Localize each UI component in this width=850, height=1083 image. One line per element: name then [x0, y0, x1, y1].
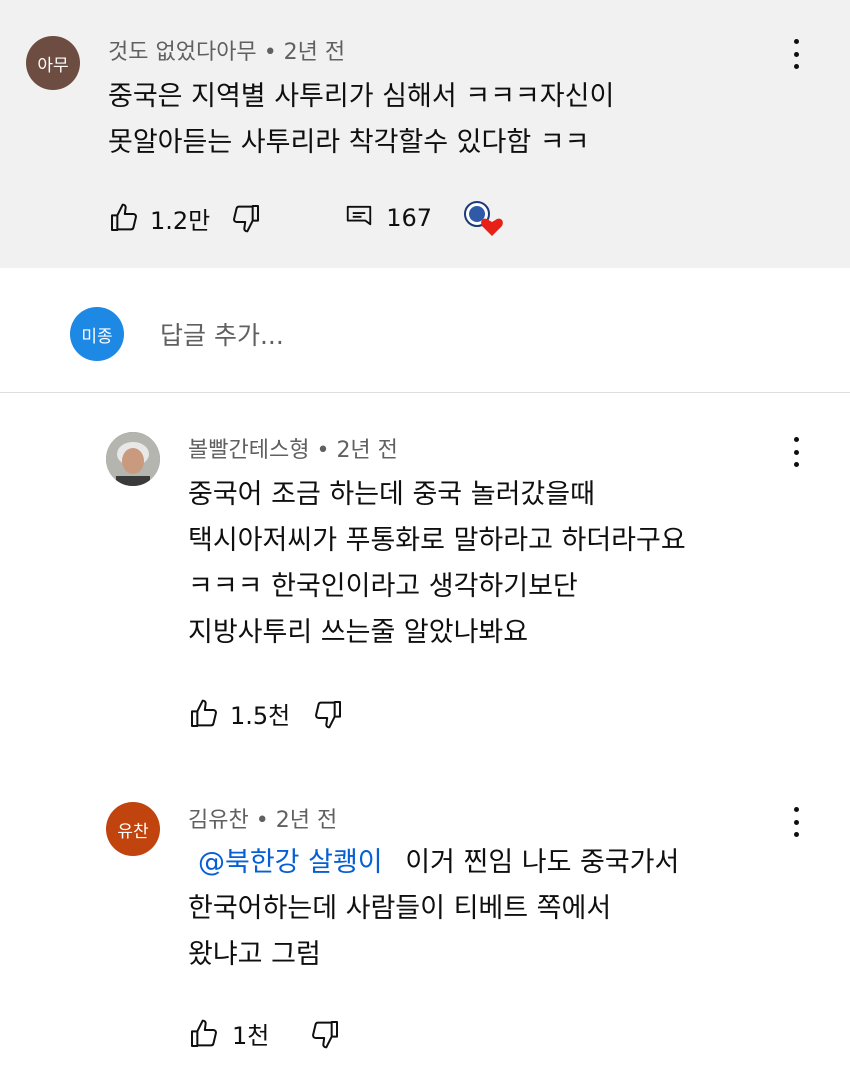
avatar-initials: 미종	[81, 326, 113, 347]
avatar-initials: 유찬	[117, 821, 149, 842]
comment-actions: 1.2만 167	[108, 200, 506, 236]
replies-icon[interactable]	[344, 203, 374, 233]
reply-actions: 1천	[188, 1016, 341, 1051]
like-count: 1.2만	[150, 206, 211, 235]
reply-line-text: 이거 찐임 나도 중국가서	[405, 847, 680, 878]
like-icon[interactable]	[108, 202, 140, 234]
comment-line: 못알아듣는 사투리라 착각할수 있다함 ㅋㅋ	[108, 127, 590, 158]
dislike-icon[interactable]	[230, 202, 262, 234]
reply-line: 왔냐고 그럼	[188, 939, 321, 970]
like-icon[interactable]	[188, 698, 220, 730]
reply-meta: 김유찬 • 2년 전	[188, 802, 337, 834]
reply-line: @북한강 살쾡이 이거 찐임 나도 중국가서	[188, 840, 679, 886]
reply-time[interactable]: 2년 전	[336, 438, 397, 463]
comment-author[interactable]: 것도 없었다아무	[108, 40, 257, 65]
reply-author[interactable]: 볼빨간테스형	[188, 438, 309, 463]
reply-text: 중국어 조금 하는데 중국 놀러갔을때 택시아저씨가 푸통화로 말하라고 하더라…	[188, 472, 686, 656]
person-photo-icon	[106, 432, 160, 486]
more-options-icon[interactable]	[784, 36, 808, 72]
comment-line: 중국은 지역별 사투리가 심해서 ㅋㅋㅋ자신이	[108, 81, 615, 112]
meta-separator: •	[255, 808, 269, 833]
add-reply-input[interactable]: 답글 추가...	[160, 316, 780, 352]
more-options-icon[interactable]	[784, 434, 808, 470]
reply-time[interactable]: 2년 전	[276, 808, 337, 833]
dislike-icon[interactable]	[312, 698, 344, 730]
like-icon[interactable]	[188, 1018, 220, 1050]
reply-meta: 볼빨간테스형 • 2년 전	[188, 432, 398, 464]
reply-line: 한국어하는데 사람들이 티베트 쪽에서	[188, 893, 612, 924]
current-user-avatar[interactable]: 미종	[70, 307, 124, 361]
meta-separator: •	[316, 438, 330, 463]
like-count: 1천	[232, 1022, 270, 1050]
reply-actions: 1.5천	[188, 696, 344, 731]
reply-line: 중국어 조금 하는데 중국 놀러갔을때	[188, 479, 595, 510]
mention-link[interactable]: @북한강 살쾡이	[198, 847, 383, 878]
reply-count[interactable]: 167	[386, 204, 432, 232]
reply-text: @북한강 살쾡이 이거 찐임 나도 중국가서 한국어하는데 사람들이 티베트 쪽…	[188, 840, 679, 978]
comment-time[interactable]: 2년 전	[284, 40, 345, 65]
meta-separator: •	[263, 40, 277, 65]
avatar-initials: 아무	[37, 55, 69, 76]
reply-line: ㅋㅋㅋ 한국인이라고 생각하기보단	[188, 571, 578, 602]
reply-line: 택시아저씨가 푸통화로 말하라고 하더라구요	[188, 525, 686, 556]
reply-author[interactable]: 김유찬	[188, 808, 249, 833]
dislike-icon[interactable]	[309, 1018, 341, 1050]
creator-heart-icon	[462, 200, 506, 236]
reply-line: 지방사투리 쓰는줄 알았나봐요	[188, 617, 529, 648]
comment-meta: 것도 없었다아무 • 2년 전	[108, 34, 345, 66]
reply-avatar-photo[interactable]	[106, 432, 160, 486]
reply-avatar[interactable]: 유찬	[106, 802, 160, 856]
commenter-avatar[interactable]: 아무	[26, 36, 80, 90]
like-count: 1.5천	[230, 702, 291, 730]
more-options-icon[interactable]	[784, 804, 808, 840]
divider	[0, 392, 850, 393]
comment-text: 중국은 지역별 사투리가 심해서 ㅋㅋㅋ자신이 못알아듣는 사투리라 착각할수 …	[108, 74, 614, 166]
